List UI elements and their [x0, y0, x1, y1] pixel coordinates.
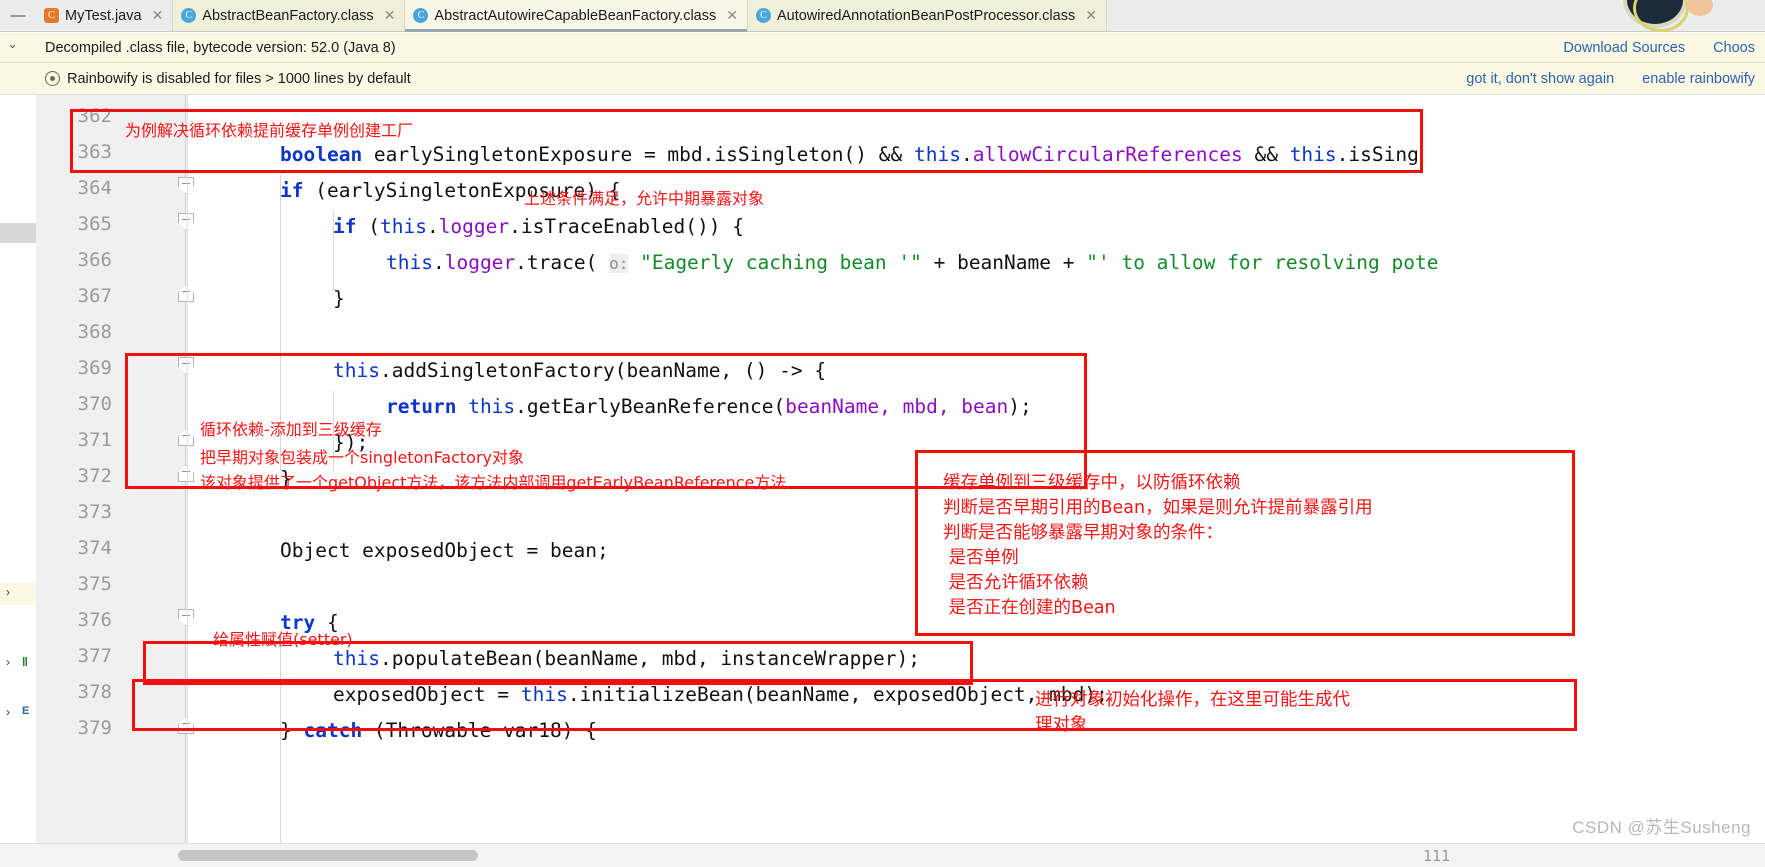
code-line-366[interactable]: this.logger.trace( o: "Eagerly caching b… — [386, 251, 1438, 274]
code-editor[interactable]: › › › ‖ E 362 363 364 365 366 367 368 36… — [0, 95, 1765, 843]
annotation-text-4: 把早期对象包装成一个singletonFactory对象 — [200, 448, 525, 467]
code-line-377[interactable]: this.populateBean(beanName, mbd, instanc… — [333, 647, 920, 670]
line-number: 367 — [77, 285, 112, 307]
line-number: 379 — [77, 717, 112, 739]
editor-tab-bar: — C MyTest.java ✕ C AbstractBeanFactory.… — [0, 0, 1765, 32]
line-number: 365 — [77, 213, 112, 235]
close-icon[interactable]: ✕ — [152, 7, 164, 24]
variables-marker-icon: E — [22, 705, 30, 717]
tab-label: AbstractBeanFactory.class — [202, 7, 374, 24]
close-icon[interactable]: ✕ — [726, 7, 738, 24]
code-line-367[interactable]: } — [333, 287, 345, 310]
close-icon[interactable]: ✕ — [384, 7, 396, 24]
line-number-gutter: 362 363 364 365 366 367 368 369 370 371 … — [36, 95, 194, 843]
annotation-text-5: 该对象提供了一个getObject方法，该方法内部调用getEarlyBeanR… — [200, 473, 787, 492]
tab-label: MyTest.java — [65, 7, 142, 24]
code-line-374[interactable]: Object exposedObject = bean; — [280, 539, 609, 562]
line-number: 375 — [77, 573, 112, 595]
annotation-text-6-line1: 缓存单例到三级缓存中，以防循环依赖 — [943, 473, 1241, 493]
tab-label: AutowiredAnnotationBeanPostProcessor.cla… — [776, 7, 1076, 24]
avatar-face — [1687, 0, 1713, 16]
annotation-text-6-line4: 是否单例 — [943, 548, 1019, 568]
annotation-text-6-line6: 是否正在创建的Bean — [943, 598, 1116, 618]
rainbowify-message: Rainbowify is disabled for files > 1000 … — [67, 70, 411, 87]
left-tool-strip: › › › ‖ E — [0, 95, 36, 843]
download-sources-link[interactable]: Download Sources — [1563, 40, 1685, 56]
avatar — [1623, 0, 1689, 32]
tab-mytest-java[interactable]: C MyTest.java ✕ — [36, 0, 174, 31]
class-file-icon: C — [181, 8, 197, 23]
annotation-text-6-line3: 判断是否能够暴露早期对象的条件： — [943, 523, 1223, 543]
chevron-down-icon[interactable]: ⌄ — [7, 36, 18, 52]
tab-abstractautowirecapablebeanfactory-class[interactable]: C AbstractAutowireCapableBeanFactory.cla… — [405, 0, 748, 32]
class-file-icon: C — [413, 8, 429, 23]
annotation-text-8-line1: 进行对象初始化操作，在这里可能生成代 — [1035, 690, 1350, 710]
indent-guide — [280, 643, 281, 843]
scrollbar-thumb[interactable] — [178, 850, 478, 861]
debug-marker-icon: ‖ — [22, 655, 28, 669]
code-line-379[interactable]: } catch (Throwable var18) { — [280, 719, 597, 742]
tree-expander-b[interactable]: › — [6, 705, 10, 719]
horizontal-scrollbar[interactable]: 111 — [0, 843, 1765, 867]
rainbowify-notice-bar: Rainbowify is disabled for files > 1000 … — [0, 63, 1765, 95]
line-number: 364 — [77, 177, 112, 199]
line-number: 377 — [77, 645, 112, 667]
tab-autowiredannotationbeanpostprocessor-class[interactable]: C AutowiredAnnotationBeanPostProcessor.c… — [747, 0, 1107, 31]
annotation-text-7: 给属性赋值(setter) — [213, 630, 353, 649]
annotation-text-3: 循环依赖-添加到三级缓存 — [200, 420, 382, 439]
java-class-icon: C — [44, 8, 59, 23]
got-it-dont-show-again-link[interactable]: got it, don't show again — [1466, 71, 1614, 87]
annotation-text-6-line5: 是否允许循环依赖 — [943, 573, 1089, 593]
eye-icon — [45, 71, 60, 86]
annotation-text-6-line2: 判断是否早期引用的Bean，如果是则允许提前暴露引用 — [943, 498, 1373, 518]
line-number: 374 — [77, 537, 112, 559]
line-number: 378 — [77, 681, 112, 703]
annotation-text-2: 上述条件满足，允许中期暴露对象 — [524, 189, 765, 208]
tree-expander-375[interactable]: › — [6, 585, 10, 599]
choose-sources-link[interactable]: Choos — [1713, 40, 1755, 56]
structure-marker — [0, 223, 36, 243]
code-line-365[interactable]: if (this.logger.isTraceEnabled()) { — [333, 215, 744, 238]
line-number: 371 — [77, 429, 112, 451]
code-line-370[interactable]: return this.getEarlyBeanReference(beanNa… — [386, 395, 1032, 418]
line-number: 368 — [77, 321, 112, 343]
tree-expander-a[interactable]: › — [6, 655, 10, 669]
code-line-363[interactable]: boolean earlySingletonExposure = mbd.isS… — [280, 143, 1419, 166]
close-icon[interactable]: ✕ — [1085, 7, 1097, 24]
collapse-all-icon[interactable]: — — [0, 0, 36, 31]
tab-label: AbstractAutowireCapableBeanFactory.class — [434, 7, 717, 24]
line-number: 369 — [77, 357, 112, 379]
line-number: 363 — [77, 141, 112, 163]
scroll-tick-label: 111 — [1423, 847, 1451, 865]
line-number: 372 — [77, 465, 112, 487]
watermark: CSDN @苏生Susheng — [1572, 818, 1751, 837]
enable-rainbowify-link[interactable]: enable rainbowify — [1642, 71, 1755, 87]
code-line-378[interactable]: exposedObject = this.initializeBean(bean… — [333, 683, 1108, 706]
ide-window: — C MyTest.java ✕ C AbstractBeanFactory.… — [0, 0, 1765, 867]
line-number: 373 — [77, 501, 112, 523]
decompiled-notice-bar: Decompiled .class file, bytecode version… — [0, 33, 1765, 63]
annotation-text-8-line2: 理对象 — [1035, 715, 1088, 735]
line-number: 370 — [77, 393, 112, 415]
annotation-text-1: 为例解决循环依赖提前缓存单例创建工厂 — [125, 121, 414, 140]
code-canvas[interactable]: boolean earlySingletonExposure = mbd.isS… — [188, 95, 1765, 843]
decompiled-message: Decompiled .class file, bytecode version… — [45, 39, 396, 56]
code-line-369[interactable]: this.addSingletonFactory(beanName, () ->… — [333, 359, 826, 382]
line-number: 376 — [77, 609, 112, 631]
tab-abstractbeanfactory-class[interactable]: C AbstractBeanFactory.class ✕ — [173, 0, 406, 31]
line-number: 362 — [77, 105, 112, 127]
line-number: 366 — [77, 249, 112, 271]
class-file-icon: C — [755, 8, 771, 23]
